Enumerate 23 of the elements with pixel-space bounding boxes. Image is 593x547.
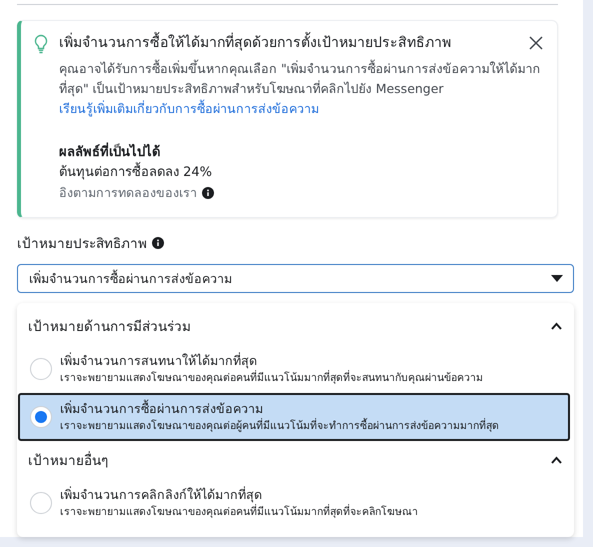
field-label: เป้าหมายประสิทธิภาพ	[17, 235, 147, 254]
goal-option[interactable]: เพิ่มจำนวนการซื้อผ่านการส่งข้อความ เราจะพยายามแสดงโฆษณาของคุณต่อผู้คนที่มีแนวโน้มที่จะทำการซื้อผ่านการส่งข้อความมากที่สุด	[18, 393, 570, 441]
radio-button[interactable]	[30, 492, 52, 514]
close-icon[interactable]	[529, 36, 543, 50]
learn-more-link[interactable]: เรียนรู้เพิ่มเติมเกี่ยวกับการซื้อผ่านการส่งข้อความ	[59, 101, 319, 116]
goal-dropdown[interactable]: เพิ่มจำนวนการซื้อผ่านการส่งข้อความ	[17, 264, 574, 293]
chevron-icon	[551, 322, 562, 330]
group-header[interactable]: เป้าหมายอื่นๆ	[17, 441, 574, 479]
lightbulb-icon	[33, 34, 49, 54]
tip-title: เพิ่มจำนวนการซื้อให้ได้มากที่สุดด้วยการตั้งเป้าหมายประสิทธิภาพ	[59, 33, 451, 53]
info-icon	[202, 187, 214, 199]
caret-icon	[551, 274, 563, 282]
goal-option[interactable]: เพิ่มจำนวนการสนทนาให้ได้มากที่สุด เราจะพยายามแสดงโฆษณาของคุณต่อคนที่มีแนวโน้มมากที่สุดที่จะสนทนากับคุณผ่านข้อความ	[18, 345, 570, 393]
result-note: อิงตามการทดลองของเรา	[59, 184, 197, 202]
group-header[interactable]: เป้าหมายด้านการมีส่วนร่วม	[17, 307, 574, 345]
info-icon	[152, 237, 164, 249]
goal-option[interactable]: เพิ่มจำนวนการคลิกลิงก์ให้ได้มากที่สุด เราจะพยายามแสดงโฆษณาของคุณต่อคนที่มีแนวโน้มมากที่สุดที่จะคลิกโฆษณา	[18, 479, 570, 527]
result-heading: ผลลัพธ์ที่เป็นไปได้	[59, 143, 543, 163]
radio-button[interactable]	[30, 406, 52, 428]
tip-text: คุณอาจได้รับการซื้อเพิ่มขึ้นหากคุณเลือก "เพิ่มจำนวนการซื้อผ่านการส่งข้อความให้ได้มากที่สุด" เป็นเป้าหมายประสิทธิภาพสำหรับโฆษณาที่คลิกไปยัง Messenger เรียนรู้เพิ่มเติมเกี่ยวกับการซื้อผ่านการส่งข้อความ	[59, 59, 542, 118]
result-value: ต้นทุนต่อการซื้อลดลง 24%	[59, 163, 543, 183]
chevron-icon	[551, 456, 562, 464]
radio-button[interactable]	[30, 358, 52, 380]
